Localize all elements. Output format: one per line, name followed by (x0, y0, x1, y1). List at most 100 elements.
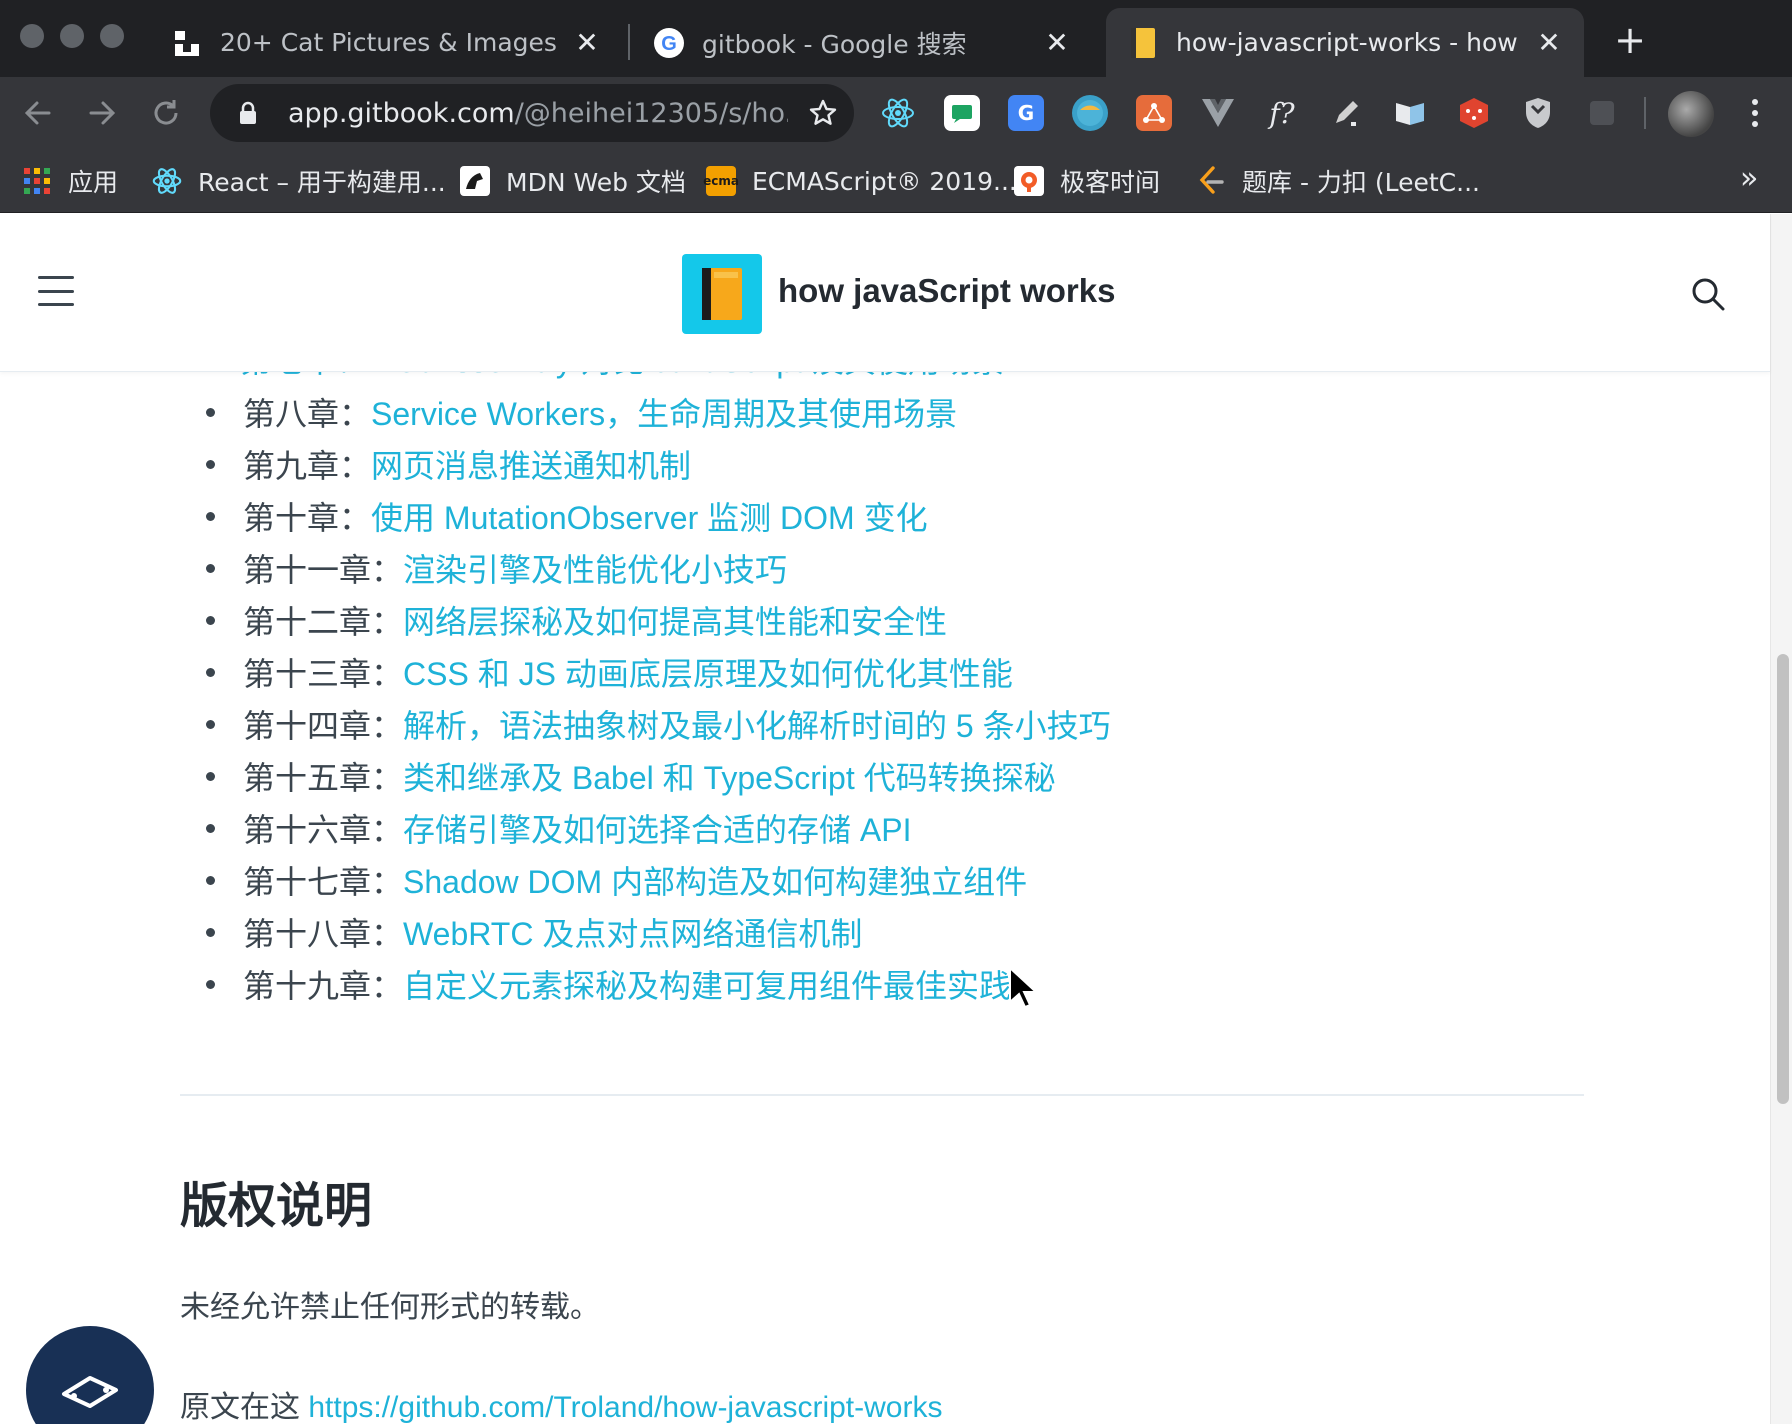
tab-title: gitbook - Google 搜索 (702, 29, 967, 59)
chat-extension-icon[interactable] (944, 95, 980, 131)
chapter-link[interactable]: 网页消息推送通知机制 (371, 441, 691, 487)
notebook-logo-icon[interactable] (682, 254, 762, 334)
chapter-link[interactable]: 存储引擎及如何选择合适的存储 API (403, 805, 911, 851)
window-zoom-light[interactable] (100, 24, 124, 48)
chapter-number: 第十八章： (243, 916, 404, 952)
bookmark-apps[interactable]: 应用 (22, 159, 118, 203)
pen-extension-icon[interactable] (1328, 95, 1364, 131)
source-prefix: 原文在这 (180, 1391, 309, 1424)
unsplash-icon (170, 26, 204, 60)
svg-text:G: G (661, 33, 677, 55)
chapter-link[interactable]: Shadow DOM 内部构造及如何构建独立组件 (403, 857, 1027, 903)
react-icon (152, 166, 182, 196)
url-text: app.gitbook.com/@heihei12305/s/ho... (288, 98, 788, 129)
bookmark-label: 极客时间 (1060, 168, 1161, 197)
tab-google-search[interactable]: G gitbook - Google 搜索 ✕ (632, 8, 1092, 77)
chapter-number: 第十九章： (243, 968, 404, 1004)
chapter-number: 第十章： (243, 500, 372, 536)
chapter-number: 第八章： (243, 396, 372, 432)
bookmark-react[interactable]: React – 用于构建用... (152, 159, 446, 203)
chapter-link[interactable]: 使用 MutationObserver 监测 DOM 变化 (371, 493, 928, 539)
toolbar-separator (1644, 97, 1646, 129)
site-title[interactable]: how javaScript works (778, 272, 1115, 310)
bookmark-geektime[interactable]: 极客时间 (1014, 159, 1160, 203)
bookmark-label: ECMAScript® 2019... (752, 166, 1017, 196)
ecma-icon: ecma (703, 166, 739, 196)
chapter-link[interactable]: 类和继承及 Babel 和 TypeScript 代码转换探秘 (403, 753, 1056, 799)
mdn-icon (460, 166, 490, 196)
hidden-extension-icon[interactable] (1584, 95, 1620, 131)
chapter-link[interactable]: 网络层探秘及如何提高其性能和安全性 (403, 597, 947, 643)
bullet (206, 563, 215, 573)
chapter-link[interactable]: CSS 和 JS 动画底层原理及如何优化其性能 (403, 649, 1013, 695)
reload-icon (154, 100, 178, 125)
bullet (206, 823, 215, 833)
chapter-item: 第十一章： 渲染引擎及性能优化小技巧 (206, 544, 787, 592)
reload-button[interactable] (144, 91, 188, 135)
tab-strip: 20+ Cat Pictures & Images [HD] ✕ G gitbo… (0, 0, 1792, 77)
page-content: 第七章：WebAssembly 对比 JavaScript 及其使用场景 第八章… (0, 214, 1770, 1424)
chapter-item: 第十六章： 存储引擎及如何选择合适的存储 API (206, 804, 912, 852)
bullet (206, 667, 215, 677)
bookmarks-overflow-button[interactable]: » (1740, 161, 1758, 196)
vue-devtools-icon[interactable] (1200, 95, 1236, 131)
close-icon[interactable]: ✕ (572, 26, 602, 59)
chapter-item: 第八章： Service Workers，生命周期及其使用场景 (206, 388, 957, 436)
chapter-link[interactable]: Service Workers，生命周期及其使用场景 (371, 389, 957, 435)
browser-menu-button[interactable] (1740, 93, 1770, 133)
new-tab-button[interactable]: + (1610, 20, 1650, 60)
chapter-link[interactable]: 解析，语法抽象树及最小化解析时间的 5 条小技巧 (403, 701, 1111, 747)
source-line: 原文在这 https://github.com/Troland/how-java… (180, 1382, 942, 1424)
chapter-item: 第十七章： Shadow DOM 内部构造及如何构建独立组件 (206, 856, 1027, 904)
chapter-item: 第十九章： 自定义元素探秘及构建可复用组件最佳实践 (206, 960, 1011, 1008)
bullet (206, 875, 215, 885)
close-icon[interactable]: ✕ (1534, 26, 1564, 59)
scrollbar-thumb[interactable] (1777, 654, 1789, 1104)
google-icon: G (652, 26, 686, 60)
dice-extension-icon[interactable] (1456, 95, 1492, 131)
chapter-number: 第十七章： (243, 864, 404, 900)
bookmark-star-icon[interactable] (806, 96, 840, 130)
window-close-light[interactable] (20, 24, 44, 48)
network-extension-icon[interactable] (1136, 95, 1172, 131)
bookmark-mdn[interactable]: MDN Web 文档 (460, 159, 686, 203)
book-extension-icon[interactable] (1392, 95, 1428, 131)
bookmark-ecmascript[interactable]: ecma ECMAScript® 2019... (703, 159, 1017, 203)
chapter-link[interactable]: 自定义元素探秘及构建可复用组件最佳实践 (403, 961, 1011, 1007)
chapter-number: 第十四章： (243, 708, 404, 744)
tab-cat-pictures[interactable]: 20+ Cat Pictures & Images [HD] ✕ (150, 8, 622, 77)
arrow-left-icon (24, 101, 51, 125)
close-icon[interactable]: ✕ (1042, 26, 1072, 59)
lock-icon[interactable] (234, 99, 262, 127)
bookmark-leetcode[interactable]: 题库 - 力扣 (LeetC... (1196, 159, 1480, 203)
bullet (206, 771, 215, 781)
chapter-item: 第十三章： CSS 和 JS 动画底层原理及如何优化其性能 (206, 648, 1013, 696)
hamburger-menu-icon[interactable] (38, 276, 74, 306)
search-icon[interactable] (1688, 274, 1728, 314)
source-link[interactable]: https://github.com/Troland/how-javascrip… (308, 1391, 942, 1424)
react-devtools-icon[interactable] (880, 95, 916, 131)
chapter-number: 第十二章： (243, 604, 404, 640)
chapter-link[interactable]: WebRTC 及点对点网络通信机制 (403, 909, 862, 955)
back-button[interactable] (16, 91, 60, 135)
chapter-number: 第九章： (243, 448, 372, 484)
bullet (206, 979, 215, 989)
chapter-number: 第十六章： (243, 812, 404, 848)
globe-extension-icon[interactable] (1072, 95, 1108, 131)
formula-extension-icon[interactable]: f? (1264, 95, 1300, 131)
page-viewport: how javaScript works 第七章：WebAssembly 对比 … (0, 214, 1792, 1424)
tab-how-javascript-works[interactable]: how-javascript-works - how java ✕ (1106, 8, 1584, 77)
bullet (206, 459, 215, 469)
bookmark-label: MDN Web 文档 (506, 168, 686, 197)
forward-button[interactable] (80, 91, 124, 135)
window-minimize-light[interactable] (60, 24, 84, 48)
chapter-link[interactable]: 渲染引擎及性能优化小技巧 (403, 545, 787, 591)
bullet (206, 407, 215, 417)
mouse-cursor-icon (1009, 966, 1038, 1009)
avatar[interactable] (1668, 91, 1714, 137)
bookmark-label: React – 用于构建用... (198, 168, 446, 197)
google-translate-icon[interactable]: G (1008, 95, 1044, 131)
chapter-number: 第十一章： (243, 552, 404, 588)
address-bar[interactable]: app.gitbook.com/@heihei12305/s/ho... (210, 84, 854, 142)
shield-extension-icon[interactable] (1520, 95, 1556, 131)
